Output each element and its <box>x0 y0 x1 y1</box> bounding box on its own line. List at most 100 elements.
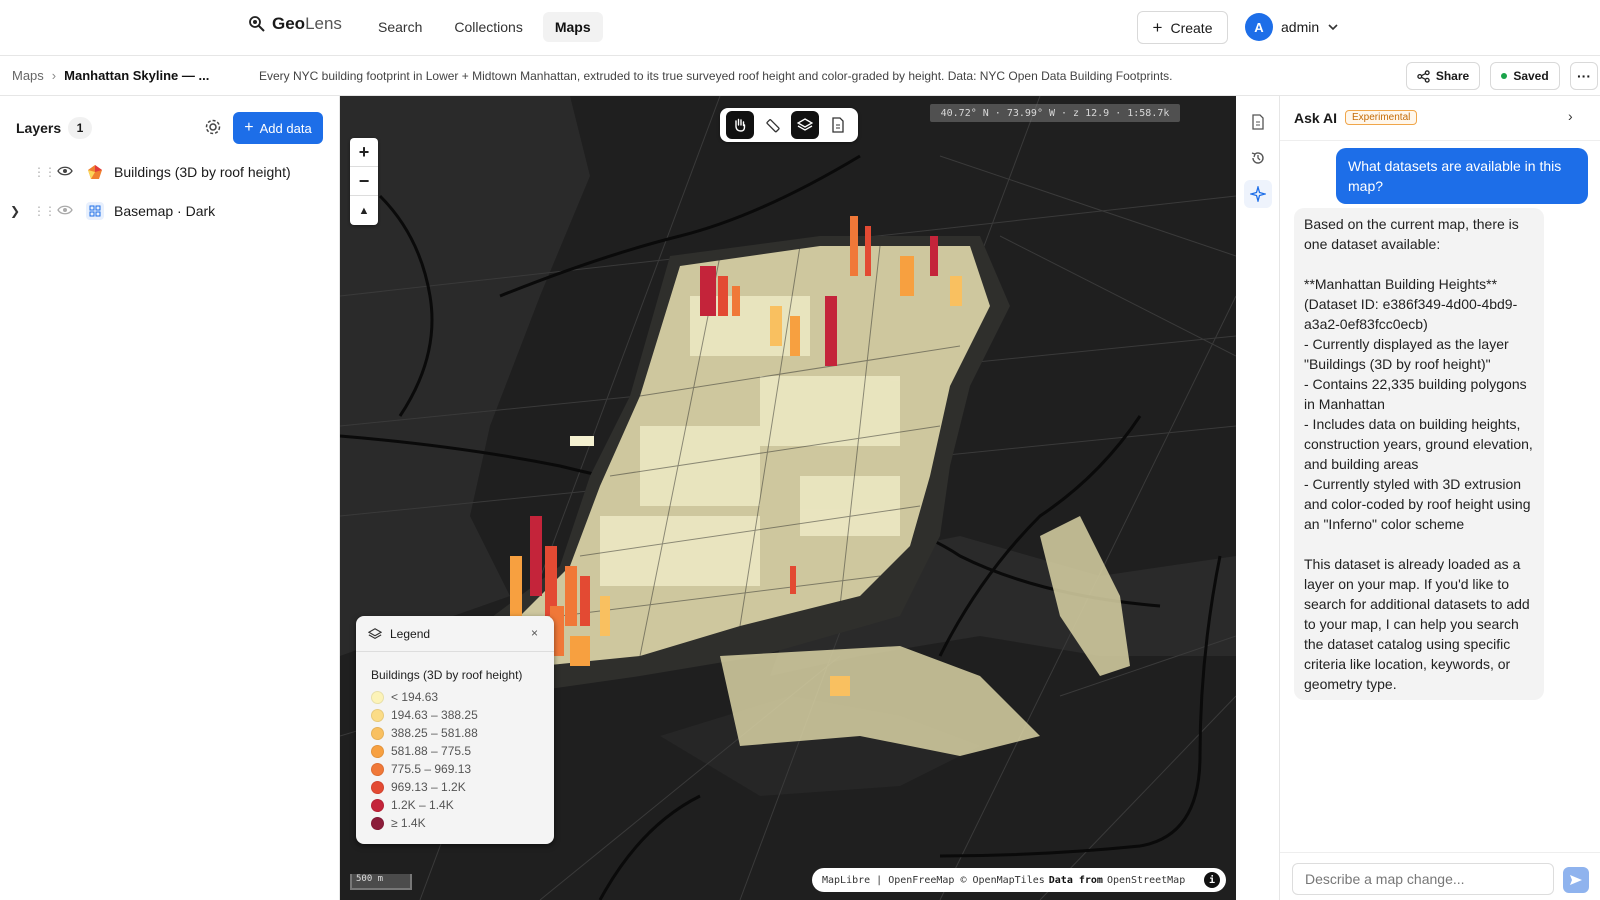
user-menu[interactable]: A admin <box>1245 13 1339 41</box>
saved-label: Saved <box>1513 69 1549 83</box>
collapse-chevron-right-icon[interactable]: › <box>1568 108 1573 124</box>
attribution-data-from: Data from <box>1048 874 1103 886</box>
legend-swatch <box>371 762 384 776</box>
plus-icon: + <box>1152 17 1163 37</box>
legend-label: ≥ 1.4K <box>391 816 426 830</box>
legend-item: 581.88 – 775.5 <box>371 742 478 760</box>
legend-item: 388.25 – 581.88 <box>371 724 478 742</box>
hand-icon[interactable] <box>726 111 755 139</box>
ai-sparkle-icon[interactable] <box>1244 180 1272 208</box>
legend-swatch <box>371 690 384 704</box>
polygon-icon <box>86 163 104 181</box>
breadcrumb-maps[interactable]: Maps <box>12 68 44 83</box>
legend-swatch <box>371 798 384 812</box>
info-icon[interactable]: i <box>1204 872 1220 888</box>
plus-icon: + <box>244 119 254 136</box>
close-icon[interactable]: × <box>531 626 538 640</box>
map-description: Every NYC building footprint in Lower + … <box>259 69 1173 83</box>
scale-bar: 500 m <box>350 874 412 890</box>
visibility-eye-icon[interactable] <box>57 203 73 219</box>
document-icon[interactable] <box>824 111 852 139</box>
legend-items: < 194.63 194.63 – 388.25 388.25 – 581.88 58… <box>371 688 478 832</box>
legend-label: < 194.63 <box>391 690 439 704</box>
legend-label: 194.63 – 388.25 <box>391 708 478 722</box>
experimental-badge: Experimental <box>1345 110 1418 125</box>
brand-logo[interactable]: Geo Lens <box>248 14 342 34</box>
send-button[interactable] <box>1563 867 1589 893</box>
legend-item: < 194.63 <box>371 688 478 706</box>
share-icon <box>1417 69 1430 83</box>
create-label: Create <box>1170 19 1213 36</box>
nav-maps[interactable]: Maps <box>542 12 603 42</box>
ai-message: Based on the current map, there is one d… <box>1294 208 1544 700</box>
add-data-button[interactable]: + Add data <box>233 112 323 144</box>
nav-collections[interactable]: Collections <box>442 12 534 42</box>
legend-label: 1.2K – 1.4K <box>391 798 454 812</box>
zoom-in-button[interactable]: + <box>350 138 378 167</box>
ai-input-bar <box>1280 852 1600 900</box>
chevron-right-icon: › <box>51 68 57 83</box>
main-nav: Search Collections Maps <box>366 12 603 42</box>
user-message: What datasets are available in this map? <box>1336 148 1588 204</box>
more-options-button[interactable]: ··· <box>1570 62 1598 90</box>
legend-layer-name: Buildings (3D by roof height) <box>371 668 523 682</box>
legend-label: 388.25 – 581.88 <box>391 726 478 740</box>
ai-prompt-input[interactable] <box>1292 863 1554 895</box>
legend-item: 194.63 – 388.25 <box>371 706 478 724</box>
top-navbar: Geo Lens Search Collections Maps + Creat… <box>0 0 1600 56</box>
add-data-label: Add data <box>259 120 312 136</box>
breadcrumb-current-map[interactable]: Manhattan Skyline — ... <box>64 68 209 83</box>
avatar: A <box>1245 13 1273 41</box>
drag-handle-icon[interactable]: ⋮⋮ <box>33 204 56 218</box>
details-document-icon[interactable] <box>1244 108 1272 136</box>
right-icon-rail <box>1236 96 1280 900</box>
layer-name: Buildings (3D by roof height) <box>114 164 291 180</box>
drag-handle-icon[interactable]: ⋮⋮ <box>33 165 56 179</box>
map-header: Maps › Manhattan Skyline — ... Every NYC… <box>0 56 1600 96</box>
divider <box>1280 140 1600 141</box>
legend-swatch <box>371 744 384 758</box>
legend-item: 1.2K – 1.4K <box>371 796 478 814</box>
magnifier-logo-icon <box>249 16 265 32</box>
layers-panel: Layers 1 + Add data ⋮⋮ Buildings (3D by … <box>0 96 340 900</box>
layers-count-badge: 1 <box>68 117 92 139</box>
legend-title: Legend <box>390 626 431 641</box>
legend-swatch <box>371 780 384 794</box>
zoom-out-button[interactable]: − <box>350 167 378 196</box>
legend-label: 969.13 – 1.2K <box>391 780 466 794</box>
history-icon[interactable] <box>1244 144 1272 172</box>
saved-button[interactable]: Saved <box>1490 62 1560 90</box>
legend-swatch <box>371 726 384 740</box>
legend-swatch <box>371 816 384 830</box>
layer-settings-gear-icon[interactable] <box>204 118 222 141</box>
ai-panel-title: Ask AI <box>1294 110 1338 126</box>
map-attribution: MapLibre | OpenFreeMap © OpenMapTiles Da… <box>812 868 1226 892</box>
compass-icon[interactable]: ▲ <box>350 196 378 225</box>
user-name: admin <box>1281 19 1320 35</box>
legend-item: 775.5 – 969.13 <box>371 760 478 778</box>
legend-item: ≥ 1.4K <box>371 814 478 832</box>
attribution-osm[interactable]: OpenStreetMap <box>1107 875 1185 886</box>
legend-swatch <box>371 708 384 722</box>
layer-item-buildings[interactable]: ⋮⋮ Buildings (3D by roof height) <box>0 154 340 190</box>
create-button[interactable]: + Create <box>1137 11 1228 44</box>
map-canvas[interactable]: + − ▲ 40.72° N · 73.99° W · z 12.9 · 1:5… <box>340 96 1236 900</box>
layers-icon[interactable] <box>791 111 820 139</box>
layers-icon <box>368 627 382 639</box>
share-button[interactable]: Share <box>1406 62 1480 90</box>
share-label: Share <box>1435 69 1470 83</box>
layer-item-basemap[interactable]: ❯ ⋮⋮ Basemap · Dark <box>0 193 340 229</box>
chevron-down-icon <box>1328 24 1338 31</box>
legend-label: 775.5 – 969.13 <box>391 762 472 776</box>
legend-label: 581.88 – 775.5 <box>391 744 472 758</box>
ruler-icon[interactable] <box>759 111 787 139</box>
send-arrow-icon <box>1570 875 1582 885</box>
saved-status-dot <box>1501 73 1508 79</box>
visibility-eye-icon[interactable] <box>57 164 73 180</box>
attribution-text[interactable]: MapLibre | OpenFreeMap © OpenMapTiles <box>822 875 1045 886</box>
brand-name-light: Lens <box>305 14 342 33</box>
chevron-right-icon[interactable]: ❯ <box>10 204 20 218</box>
nav-search[interactable]: Search <box>366 12 434 42</box>
map-toolbar <box>720 108 858 142</box>
legend-item: 969.13 – 1.2K <box>371 778 478 796</box>
